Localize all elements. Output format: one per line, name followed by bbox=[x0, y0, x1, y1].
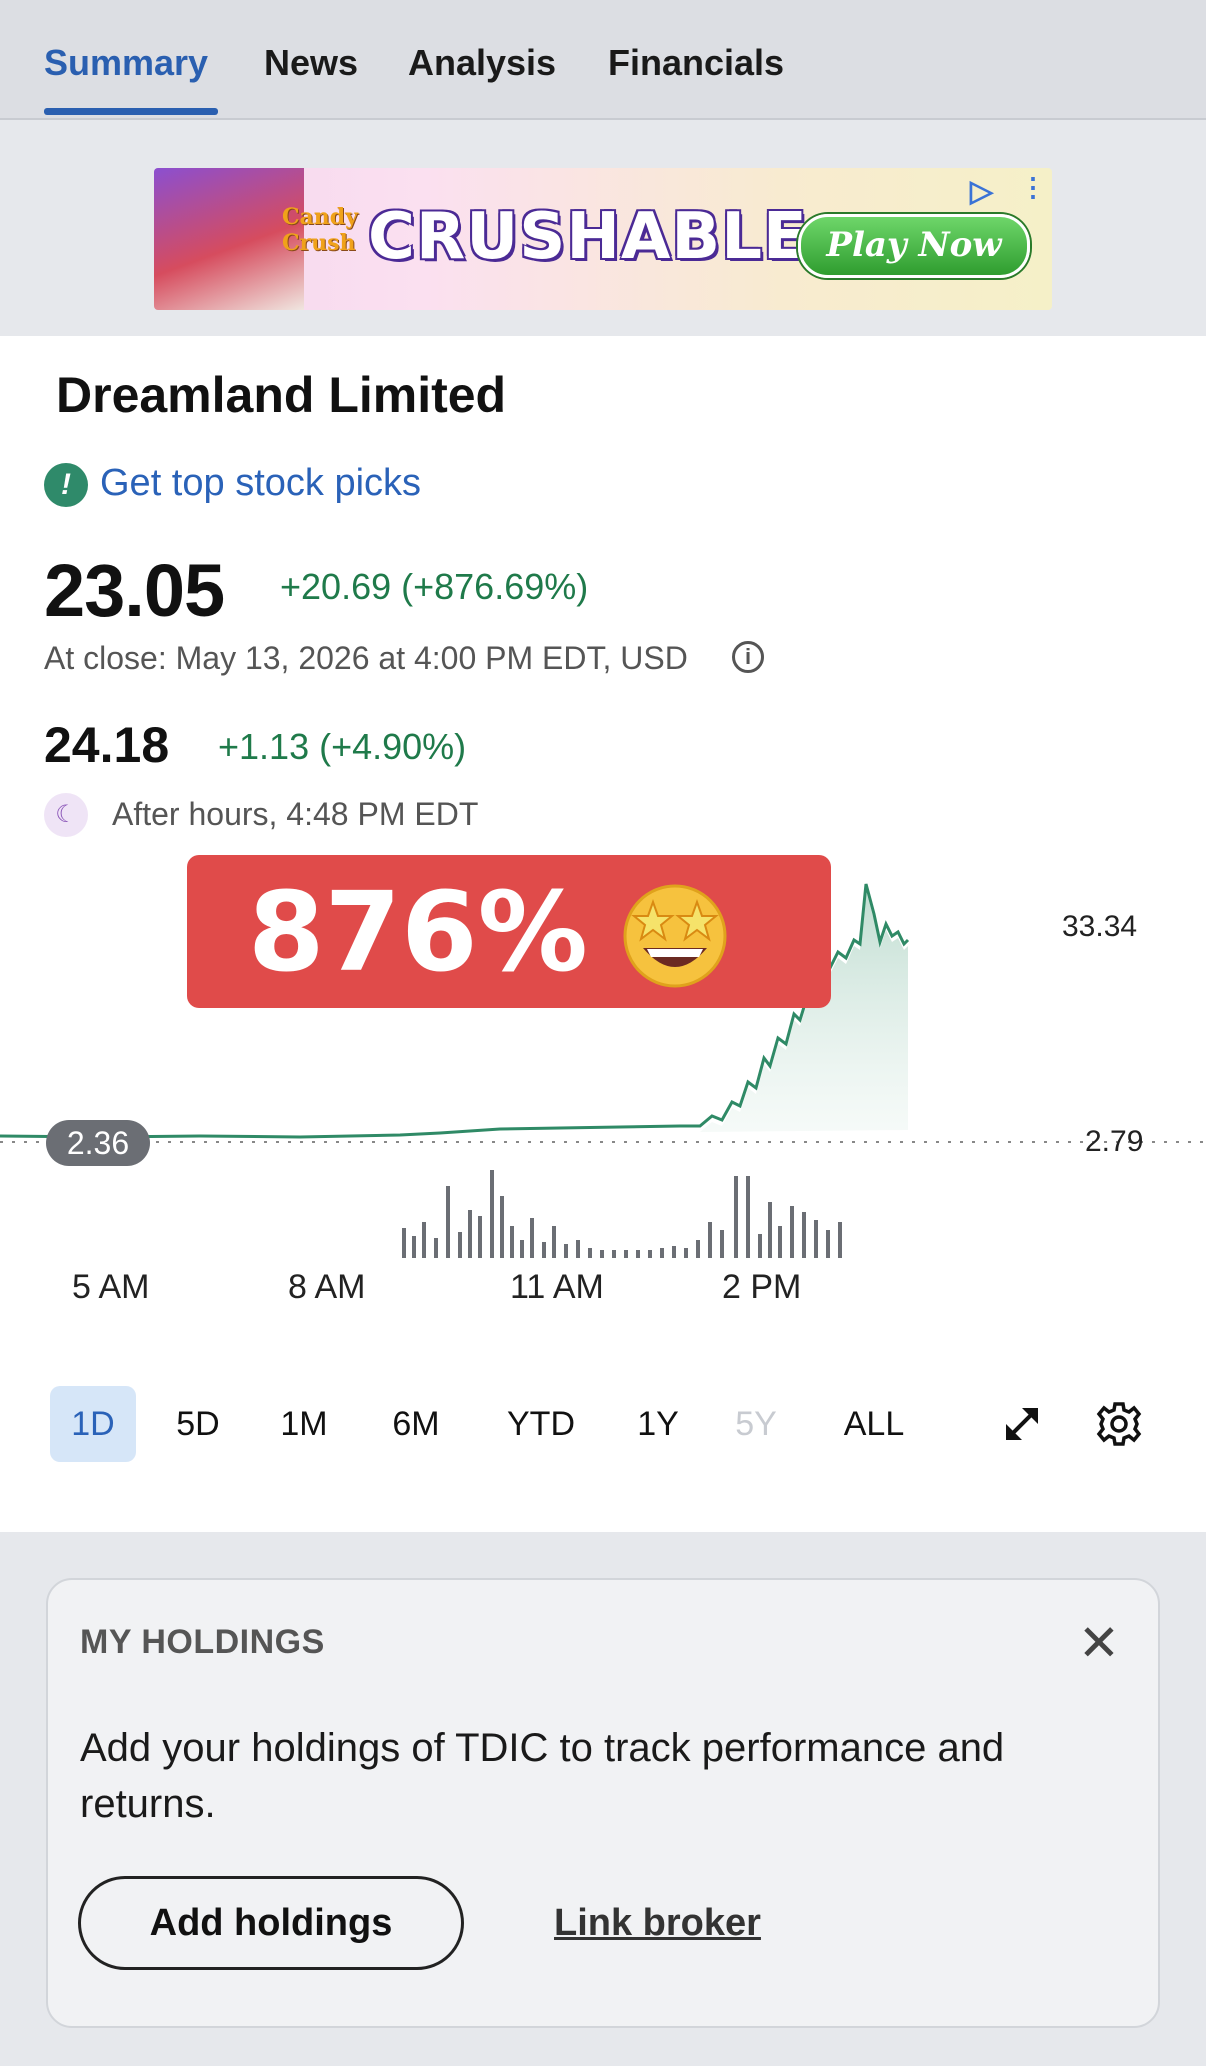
ad-choices-icon[interactable]: ▷ bbox=[970, 174, 993, 209]
ad-logo: Candy Crush bbox=[282, 204, 358, 256]
range-1y[interactable]: 1Y bbox=[618, 1386, 698, 1462]
x-label-8am: 8 AM bbox=[288, 1268, 366, 1306]
x-label-5am: 5 AM bbox=[72, 1268, 150, 1306]
expand-icon[interactable] bbox=[996, 1398, 1048, 1450]
x-label-11am: 11 AM bbox=[510, 1268, 604, 1306]
after-hours-change: +1.13 (+4.90%) bbox=[218, 726, 467, 767]
info-icon[interactable]: i bbox=[732, 641, 764, 673]
ad-play-button[interactable]: Play Now bbox=[798, 214, 1030, 278]
range-1d[interactable]: 1D bbox=[50, 1386, 136, 1462]
range-all[interactable]: ALL bbox=[828, 1386, 920, 1462]
tab-news[interactable]: News bbox=[264, 42, 358, 84]
price-change: +20.69 (+876.69%) bbox=[280, 566, 589, 607]
tab-summary[interactable]: Summary bbox=[44, 42, 208, 84]
tab-analysis[interactable]: Analysis bbox=[408, 42, 556, 84]
after-hours-label: After hours, 4:48 PM EDT bbox=[112, 796, 479, 832]
volume-bars bbox=[402, 1170, 842, 1258]
x-label-2pm: 2 PM bbox=[722, 1268, 802, 1306]
stock-picks-link[interactable]: Get top stock picks bbox=[100, 462, 421, 505]
range-6m[interactable]: 6M bbox=[376, 1386, 456, 1462]
after-hours-price: 24.18 bbox=[44, 717, 170, 773]
y-axis-last: 2.79 bbox=[1085, 1125, 1144, 1158]
range-1m[interactable]: 1M bbox=[264, 1386, 344, 1462]
prev-close-pill: 2.36 bbox=[46, 1120, 150, 1166]
close-info: At close: May 13, 2026 at 4:00 PM EDT, U… bbox=[44, 640, 688, 676]
ad-menu-icon[interactable]: ⋮ bbox=[1020, 172, 1046, 203]
link-broker-link[interactable]: Link broker bbox=[554, 1902, 761, 1945]
y-axis-high: 33.34 bbox=[1062, 910, 1138, 943]
close-icon[interactable]: ✕ bbox=[1078, 1618, 1120, 1668]
range-ytd[interactable]: YTD bbox=[494, 1386, 588, 1462]
alert-icon: ! bbox=[44, 463, 88, 507]
ad-banner[interactable]: Candy Crush CRUSHABLE Play Now ▷ ⋮ bbox=[154, 168, 1052, 310]
tab-financials[interactable]: Financials bbox=[608, 42, 784, 84]
holdings-description: Add your holdings of TDIC to track perfo… bbox=[80, 1726, 1005, 1826]
moon-icon: ☾ bbox=[44, 793, 88, 837]
range-5d[interactable]: 5D bbox=[158, 1386, 238, 1462]
gain-banner-text: 876% bbox=[248, 868, 588, 996]
range-5y: 5Y bbox=[735, 1405, 777, 1443]
company-name: Dreamland Limited bbox=[56, 367, 507, 423]
gear-icon[interactable] bbox=[1093, 1398, 1145, 1450]
holdings-title: MY HOLDINGS bbox=[80, 1623, 325, 1661]
ad-headline: CRUSHABLE bbox=[368, 200, 808, 274]
active-tab-indicator bbox=[44, 108, 218, 115]
add-holdings-button[interactable]: Add holdings bbox=[78, 1876, 464, 1970]
star-struck-emoji bbox=[623, 884, 727, 988]
close-price: 23.05 bbox=[44, 549, 225, 632]
